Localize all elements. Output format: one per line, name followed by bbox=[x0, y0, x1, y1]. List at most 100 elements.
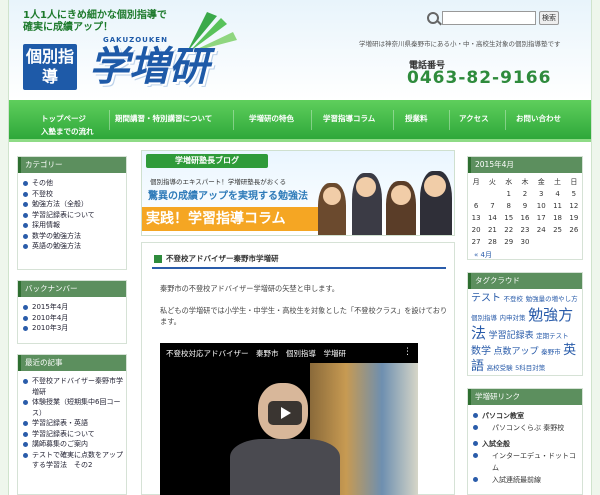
calendar-date: 24 bbox=[536, 226, 546, 234]
tag-link[interactable]: 個別指導 bbox=[471, 314, 497, 322]
calendar-day: 火 bbox=[488, 178, 496, 186]
search-button[interactable]: 検索 bbox=[539, 11, 559, 25]
categories-title: カテゴリー bbox=[18, 157, 126, 173]
link-exam-front[interactable]: 入試連続最前線 bbox=[468, 474, 582, 486]
tag-link[interactable]: テスト bbox=[471, 293, 501, 304]
tagline-line-1: 1人1人にきめ細かな個別指導で bbox=[23, 10, 167, 21]
category-item[interactable]: その他 bbox=[18, 178, 126, 189]
tag-cloud-widget: タグクラウド テスト 不登校 勉強量の増やし方 個別指導 内申対策 勉強方法 学… bbox=[467, 272, 583, 376]
tag-link[interactable]: 内申対策 bbox=[500, 314, 526, 322]
tag-link[interactable]: 学習記録表 bbox=[489, 331, 534, 341]
link-pc-club[interactable]: パソコンくらぶ 秦野校 bbox=[468, 422, 582, 434]
categories-widget: カテゴリー その他 不登校 勉強方法（全般） 学習記録表について 採用情報 数学… bbox=[17, 156, 127, 270]
category-item[interactable]: 採用情報 bbox=[18, 220, 126, 231]
nav-item-fees[interactable]: 授業料 bbox=[405, 113, 428, 124]
nav-item-access[interactable]: アクセス bbox=[459, 113, 489, 124]
nav-item-top[interactable]: トップページ bbox=[41, 113, 86, 124]
link-inter-edu[interactable]: インターエデュ・ドットコム bbox=[468, 450, 582, 474]
header-tagline: 1人1人にきめ細かな個別指導で 確実に成績アップ！ bbox=[23, 10, 167, 34]
search-input[interactable] bbox=[442, 11, 536, 25]
nav-item-column[interactable]: 学習指導コラム bbox=[323, 113, 375, 124]
recent-post-item[interactable]: 学習記録表について bbox=[18, 429, 126, 440]
recent-post-item[interactable]: 不登校アドバイザー秦野市学増研 bbox=[18, 376, 126, 397]
calendar-date: 13 bbox=[471, 214, 481, 222]
site-description: 学増研は神奈川県秦野市にある小・中・高校生対象の個別指導塾です bbox=[359, 40, 561, 48]
tag-link[interactable]: 定期テスト bbox=[536, 332, 569, 340]
search-icon bbox=[427, 12, 439, 24]
main-nav: トップページ 入塾までの流れ 期間講習・特別講習について 学増研の特色 学習指導… bbox=[9, 100, 591, 142]
calendar-date bbox=[533, 236, 549, 248]
post-title[interactable]: 不登校アドバイザー秦野市学増研 bbox=[152, 251, 446, 269]
category-item[interactable]: 学習記録表について bbox=[18, 210, 126, 221]
backnumber-item[interactable]: 2015年4月 bbox=[18, 302, 126, 313]
calendar-date: 9 bbox=[522, 202, 528, 210]
nav-item-contact[interactable]: お問い合わせ bbox=[516, 113, 561, 124]
category-item[interactable]: 勉強方法（全般） bbox=[18, 199, 126, 210]
banner-tag: 学増研塾長ブログ bbox=[146, 154, 268, 168]
calendar-date bbox=[566, 236, 582, 248]
nav-item-courses[interactable]: 期間講習・特別講習について bbox=[115, 113, 212, 124]
calendar-date bbox=[484, 188, 500, 200]
calendar-widget: 2015年4月 月 火 水 木 金 土 日 1 2 3 4 5 6 7 8 9 … bbox=[467, 156, 583, 260]
calendar-date: 10 bbox=[536, 202, 546, 210]
recent-post-item[interactable]: 体験授業（短期集中6回コース） bbox=[18, 397, 126, 418]
calendar-date: 15 bbox=[504, 214, 514, 222]
category-item[interactable]: 英語の勉強方法 bbox=[18, 241, 126, 252]
links-widget: 学増研リンク パソコン教室 パソコンくらぶ 秦野校 入試全般 インターエデュ・ド… bbox=[467, 388, 583, 495]
calendar-date: 20 bbox=[471, 226, 481, 234]
site-logo[interactable]: 学増研 bbox=[89, 44, 209, 90]
banner-subtitle: 個別指導のエキスパート！学増研塾長がおくる bbox=[150, 178, 287, 186]
calendar-date: 23 bbox=[520, 226, 530, 234]
calendar-date: 4 bbox=[555, 190, 560, 198]
calendar-date: 11 bbox=[553, 202, 562, 210]
tag-link[interactable]: 点数アップ bbox=[494, 347, 539, 357]
video-title[interactable]: 不登校対応アドバイザー 秦野市 個別指導 学増研 bbox=[166, 348, 346, 359]
recent-post-item[interactable]: 学習記録表・英語 bbox=[18, 418, 126, 429]
calendar-date: 22 bbox=[504, 226, 514, 234]
backnumber-item[interactable]: 2010年4月 bbox=[18, 313, 126, 324]
calendar-table: 月 火 水 木 金 土 日 1 2 3 4 5 6 7 8 9 10 11 12… bbox=[468, 176, 582, 248]
calendar-day: 土 bbox=[554, 178, 562, 186]
calendar-date: 8 bbox=[506, 202, 511, 210]
calendar-date bbox=[468, 188, 484, 200]
tag-link[interactable]: 勉強量の増やし方 bbox=[526, 295, 578, 303]
tag-link[interactable]: 5科目対策 bbox=[515, 364, 545, 372]
recent-post-item[interactable]: テストで確実に点数をアップする学習法 その2 bbox=[18, 450, 126, 471]
post-paragraph-2: 私どもの学増研では小学生・中学生・高校生を対象とした「不登校クラス」を設けており… bbox=[160, 306, 448, 326]
backnumber-widget: バックナンバー 2015年4月 2010年4月 2010年3月 bbox=[17, 280, 127, 344]
post-paragraph-1: 秦野市の不登校アドバイザー学増研の矢埜と申します。 bbox=[160, 284, 339, 293]
calendar-title: 2015年4月 bbox=[468, 157, 582, 173]
banner-headline: 驚異の成績アップを実現する勉強法 bbox=[148, 191, 308, 202]
video-player[interactable]: 不登校対応アドバイザー 秦野市 個別指導 学増研 ⋮ bbox=[160, 343, 418, 495]
phone-number[interactable]: 0463-82-9166 bbox=[407, 68, 551, 88]
tag-link[interactable]: 秦野市 bbox=[541, 348, 561, 356]
calendar-date: 6 bbox=[473, 202, 479, 210]
recent-posts-widget: 最近の記事 不登校アドバイザー秦野市学増研 体験授業（短期集中6回コース） 学習… bbox=[17, 354, 127, 495]
calendar-date: 27 bbox=[471, 238, 481, 246]
tag-link[interactable]: 数学 bbox=[471, 346, 491, 357]
calendar-prev-link[interactable]: « 4月 bbox=[468, 250, 582, 260]
calendar-date: 3 bbox=[539, 190, 544, 198]
calendar-date bbox=[549, 236, 565, 248]
nav-item-flow[interactable]: 入塾までの流れ bbox=[41, 126, 94, 137]
category-item[interactable]: 数学の勉強方法 bbox=[18, 231, 126, 242]
link-group-exam: 入試全般 bbox=[468, 438, 582, 450]
play-icon[interactable] bbox=[268, 401, 302, 425]
backnumber-item[interactable]: 2010年3月 bbox=[18, 323, 126, 334]
tag-link[interactable]: 高校受験 bbox=[487, 364, 513, 372]
link-group-pc: パソコン教室 bbox=[468, 410, 582, 422]
recent-post-item[interactable]: 講師募集のご案内 bbox=[18, 439, 126, 450]
calendar-date: 2 bbox=[522, 190, 528, 198]
tag-link[interactable]: 不登校 bbox=[504, 295, 524, 303]
calendar-day: 日 bbox=[570, 178, 578, 186]
calendar-date: 29 bbox=[504, 238, 514, 246]
blog-banner[interactable]: 学増研塾長ブログ 個別指導のエキスパート！学増研塾長がおくる 驚異の成績アップを… bbox=[141, 150, 455, 236]
calendar-date: 7 bbox=[490, 202, 495, 210]
category-item[interactable]: 不登校 bbox=[18, 189, 126, 200]
calendar-date: 18 bbox=[553, 214, 562, 222]
tag-cloud-title: タグクラウド bbox=[468, 273, 582, 289]
share-icon[interactable]: ⋮ bbox=[403, 347, 412, 357]
logo-roman: GAKUZOUKEN bbox=[103, 36, 168, 44]
logo-kobetsu[interactable]: 個別指導 bbox=[23, 44, 77, 90]
nav-item-features[interactable]: 学増研の特色 bbox=[249, 113, 294, 124]
